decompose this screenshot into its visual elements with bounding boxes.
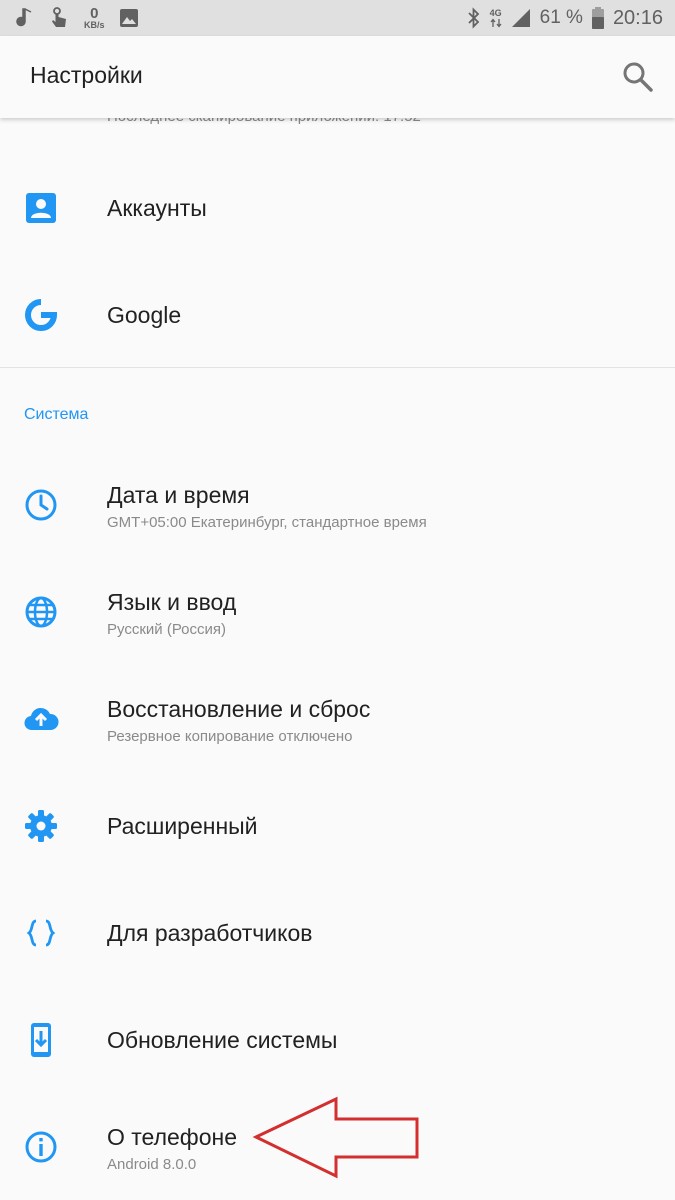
settings-item-title: Для разработчиков — [107, 920, 313, 946]
settings-item-subtitle: GMT+05:00 Екатеринбург, стандартное врем… — [107, 514, 427, 531]
bluetooth-icon — [467, 7, 479, 29]
info-icon — [25, 1131, 57, 1163]
settings-item-subtitle: Русский (Россия) — [107, 621, 227, 638]
settings-item-title: О телефоне — [107, 1124, 238, 1150]
network-type-label: 4G — [489, 7, 502, 18]
page-title: Настройки — [30, 62, 143, 88]
settings-item-accounts[interactable]: Аккаунты — [0, 155, 675, 262]
search-icon — [623, 62, 653, 92]
settings-item-google[interactable]: Google — [0, 262, 675, 367]
settings-item-backup-reset[interactable]: Восстановление и сброс Резервное копиров… — [0, 666, 675, 773]
section-divider — [0, 367, 675, 368]
globe-icon — [25, 596, 57, 628]
settings-item-title: Расширенный — [107, 813, 258, 839]
clock-time: 20:16 — [612, 6, 663, 29]
settings-item-title: Дата и время — [107, 482, 250, 508]
settings-item-subtitle: Android 8.0.0 — [107, 1156, 197, 1173]
search-button[interactable] — [621, 60, 655, 94]
settings-item-advanced[interactable]: Расширенный — [0, 773, 675, 880]
settings-item-developer-options[interactable]: Для разработчиков — [0, 880, 675, 987]
braces-icon — [26, 919, 56, 947]
gear-icon — [25, 810, 57, 842]
settings-item-title: Аккаунты — [107, 195, 207, 221]
settings-item-system-update[interactable]: Обновление системы — [0, 987, 675, 1094]
settings-item-date-time[interactable]: Дата и время GMT+05:00 Екатеринбург, ста… — [0, 452, 675, 559]
music-note-icon — [16, 8, 32, 27]
battery-percent: 61 % — [539, 7, 583, 28]
status-bar: 0 KB/s 4G 61 % 20:16 — [0, 0, 675, 36]
settings-item-language-input[interactable]: Язык и ввод Русский (Россия) — [0, 559, 675, 666]
cloud-upload-icon — [24, 707, 59, 731]
data-arrows-icon — [490, 17, 502, 28]
section-header-system: Система — [24, 406, 89, 423]
battery-icon — [591, 7, 604, 29]
cell-signal-icon — [511, 9, 530, 27]
settings-item-title: Обновление системы — [107, 1027, 338, 1053]
network-speed: 0 KB/s — [84, 6, 105, 30]
google-icon — [25, 299, 58, 331]
account-box-icon — [26, 193, 56, 223]
settings-item-title: Язык и ввод — [107, 589, 237, 615]
touch-gesture-icon — [52, 7, 66, 27]
app-bar: Настройки — [0, 36, 675, 118]
network-speed-unit: KB/s — [84, 20, 105, 30]
image-icon — [119, 9, 138, 27]
clock-icon — [25, 489, 57, 521]
network-speed-value: 0 — [90, 5, 99, 22]
settings-item-subtitle: Резервное копирование отключено — [107, 728, 353, 745]
settings-item-title: Восстановление и сброс — [107, 696, 371, 722]
system-update-icon — [31, 1023, 51, 1057]
settings-item-title: Google — [107, 302, 182, 328]
annotation-arrow-icon — [252, 1096, 419, 1179]
